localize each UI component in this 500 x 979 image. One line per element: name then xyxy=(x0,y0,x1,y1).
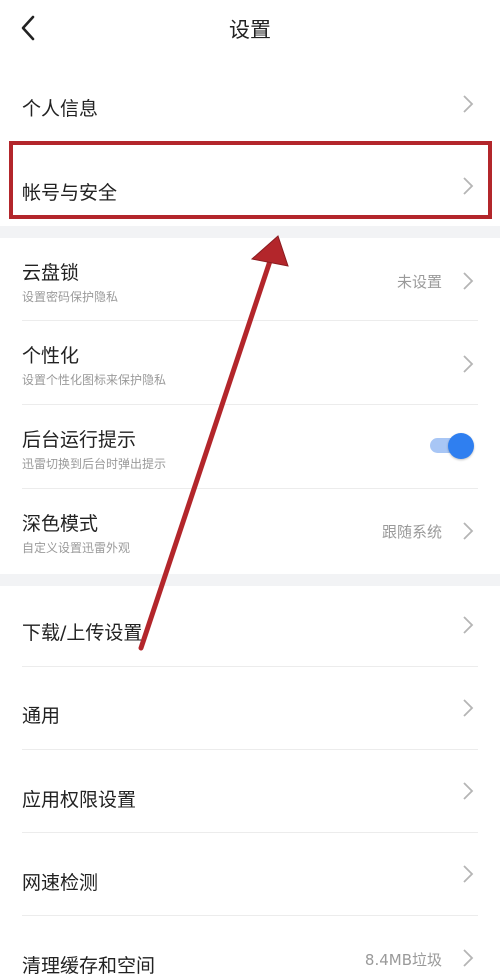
settings-item-general[interactable]: 通用 xyxy=(0,667,500,749)
settings-item-cloud-lock[interactable]: 云盘锁 设置密码保护隐私 未设置 xyxy=(0,238,500,320)
settings-item-value: 跟随系统 xyxy=(381,523,442,541)
settings-item-label: 通用 xyxy=(22,705,61,727)
chevron-right-icon xyxy=(463,949,474,967)
header: 设置 xyxy=(0,0,500,60)
background-tip-toggle[interactable] xyxy=(428,433,474,459)
settings-item-label: 后台运行提示 xyxy=(22,429,137,451)
settings-item-label: 下载/上传设置 xyxy=(22,622,143,644)
settings-item-clear-cache[interactable]: 清理缓存和空间 8.4MB垃圾 xyxy=(0,916,500,979)
settings-item-label: 应用权限设置 xyxy=(22,789,137,811)
section-divider xyxy=(0,574,500,586)
settings-item-app-permissions[interactable]: 应用权限设置 xyxy=(0,750,500,832)
chevron-right-icon xyxy=(463,699,474,717)
chevron-right-icon xyxy=(463,616,474,634)
section-divider xyxy=(0,226,500,238)
chevron-right-icon xyxy=(463,522,474,540)
chevron-right-icon xyxy=(463,865,474,883)
settings-item-label: 网速检测 xyxy=(22,872,99,894)
settings-item-personal-info[interactable]: 个人信息 xyxy=(0,64,500,144)
settings-item-subtitle: 自定义设置迅雷外观 xyxy=(22,541,131,555)
settings-item-background-tip: 后台运行提示 迅雷切换到后台时弹出提示 xyxy=(0,405,500,488)
settings-item-value: 未设置 xyxy=(396,273,442,291)
chevron-right-icon xyxy=(463,355,474,373)
chevron-right-icon xyxy=(463,272,474,290)
annotation-highlight-box xyxy=(9,141,492,219)
settings-item-download-upload[interactable]: 下载/上传设置 xyxy=(0,586,500,666)
settings-item-dark-mode[interactable]: 深色模式 自定义设置迅雷外观 跟随系统 xyxy=(0,489,500,572)
settings-item-speed-test[interactable]: 网速检测 xyxy=(0,833,500,915)
chevron-right-icon xyxy=(463,95,474,113)
settings-item-value: 8.4MB垃圾 xyxy=(364,951,442,969)
settings-item-subtitle: 设置密码保护隐私 xyxy=(22,290,119,304)
settings-item-subtitle: 迅雷切换到后台时弹出提示 xyxy=(22,457,167,471)
settings-item-label: 清理缓存和空间 xyxy=(22,955,156,977)
toggle-knob xyxy=(448,433,474,459)
page-title: 设置 xyxy=(229,18,271,42)
settings-item-label: 深色模式 xyxy=(22,513,99,535)
settings-item-label: 云盘锁 xyxy=(22,262,80,284)
settings-item-label: 个人信息 xyxy=(22,98,99,120)
chevron-right-icon xyxy=(463,782,474,800)
settings-item-personalize[interactable]: 个性化 设置个性化图标来保护隐私 xyxy=(0,321,500,404)
settings-item-label: 个性化 xyxy=(22,345,80,367)
settings-item-subtitle: 设置个性化图标来保护隐私 xyxy=(22,373,167,387)
